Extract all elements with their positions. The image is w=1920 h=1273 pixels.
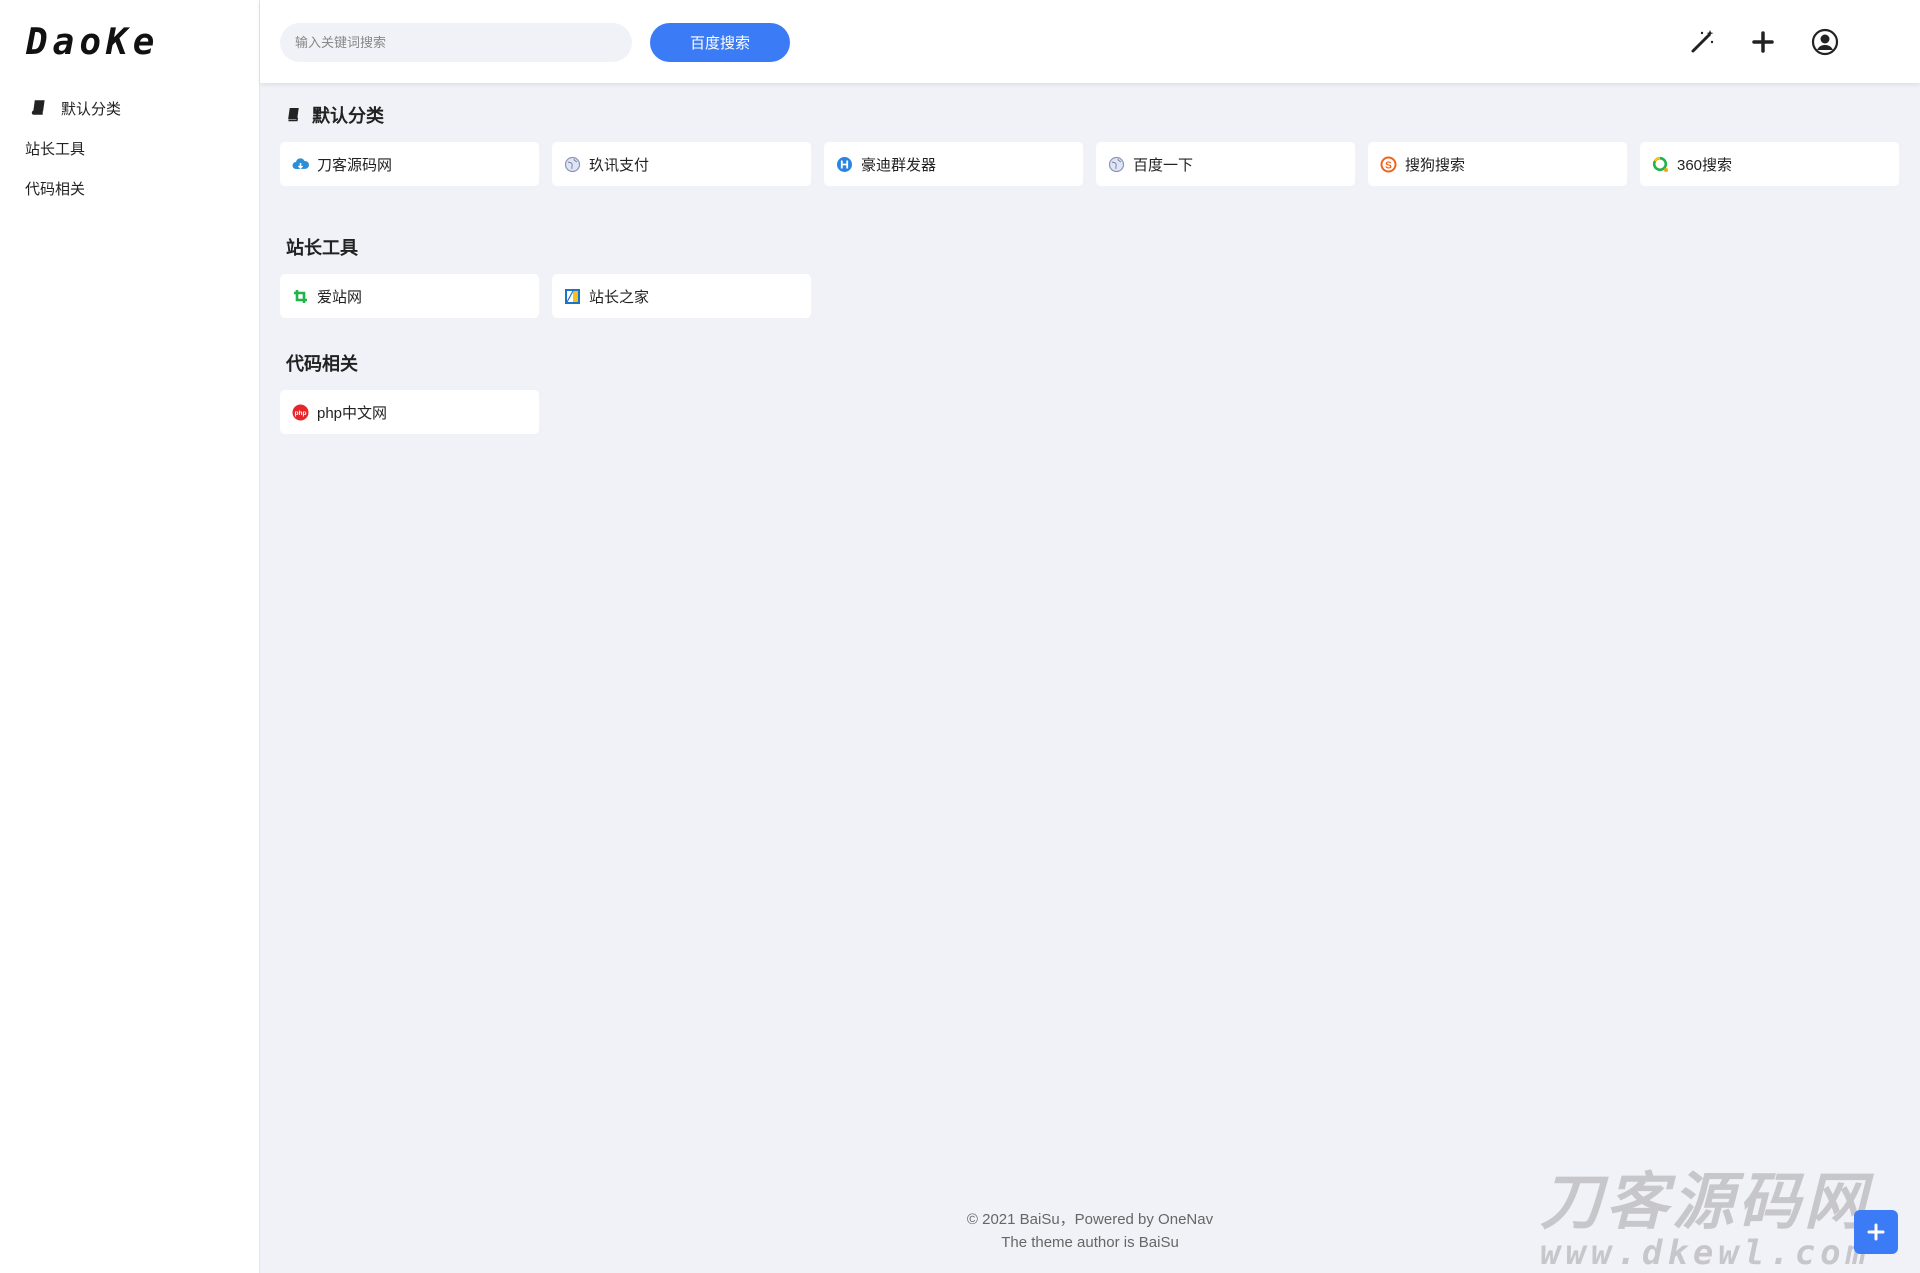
link-card[interactable]: 360搜索 bbox=[1640, 142, 1899, 186]
section-title: 默认分类 bbox=[286, 100, 1900, 130]
link-cards: php php中文网 bbox=[280, 390, 1900, 434]
link-label: 360搜索 bbox=[1677, 156, 1733, 174]
link-card[interactable]: php php中文网 bbox=[280, 390, 539, 434]
link-label: 爱站网 bbox=[317, 288, 363, 306]
h-badge-icon bbox=[836, 156, 853, 173]
svg-text:S: S bbox=[1385, 160, 1392, 171]
svg-text:php: php bbox=[295, 410, 307, 417]
site-logo[interactable]: DaoKe bbox=[26, 22, 159, 63]
link-card[interactable]: S 搜狗搜索 bbox=[1368, 142, 1627, 186]
sidebar-nav: 默认分类 站长工具 代码相关 bbox=[0, 88, 259, 208]
globe-icon bbox=[1108, 156, 1125, 173]
link-cards: 爱站网 站长之家 bbox=[280, 274, 1900, 318]
footer-theme-author: The theme author is BaiSu bbox=[1001, 1234, 1179, 1251]
globe-icon bbox=[564, 156, 581, 173]
link-card[interactable]: 刀客源码网 bbox=[280, 142, 539, 186]
link-label: 站长之家 bbox=[589, 288, 650, 306]
user-circle-icon[interactable] bbox=[1810, 27, 1840, 57]
magic-wand-icon[interactable] bbox=[1687, 27, 1717, 57]
link-cards: 刀客源码网 玖讯支付 豪迪群发器 百度一下 S 搜狗搜索 360搜索 bbox=[280, 142, 1900, 186]
baidu-search-button[interactable]: 百度搜索 bbox=[650, 23, 790, 62]
footer: © 2021 BaiSu，Powered by OneNav The theme… bbox=[260, 1208, 1920, 1254]
link-label: 搜狗搜索 bbox=[1405, 156, 1466, 174]
aizhan-icon bbox=[292, 288, 309, 305]
link-label: php中文网 bbox=[317, 404, 388, 422]
plus-icon[interactable] bbox=[1748, 27, 1778, 57]
sogou-icon: S bbox=[1380, 156, 1397, 173]
section-webmaster-tools: 站长工具 爱站网 站长之家 bbox=[280, 232, 1900, 318]
link-card[interactable]: 站长之家 bbox=[552, 274, 811, 318]
sidebar-item-label: 默认分类 bbox=[61, 100, 122, 118]
sidebar-item-label: 代码相关 bbox=[25, 180, 86, 198]
360-icon bbox=[1652, 156, 1669, 173]
link-label: 百度一下 bbox=[1133, 156, 1194, 174]
footer-copyright: © 2021 BaiSu，Powered by OneNav bbox=[966, 1211, 1214, 1228]
sidebar-item-code[interactable]: 代码相关 bbox=[0, 168, 259, 208]
top-header: 百度搜索 bbox=[260, 0, 1920, 83]
link-card[interactable]: 豪迪群发器 bbox=[824, 142, 1083, 186]
chinaz-icon bbox=[564, 288, 581, 305]
main-content: 默认分类 刀客源码网 玖讯支付 豪迪群发器 百度一下 S 搜狗搜索 360搜索 … bbox=[280, 100, 1900, 480]
book-icon bbox=[286, 106, 304, 124]
link-card[interactable]: 爱站网 bbox=[280, 274, 539, 318]
section-code: 代码相关 php php中文网 bbox=[280, 348, 1900, 434]
link-label: 刀客源码网 bbox=[317, 156, 393, 174]
link-card[interactable]: 玖讯支付 bbox=[552, 142, 811, 186]
sidebar-item-webmaster-tools[interactable]: 站长工具 bbox=[0, 128, 259, 168]
sidebar: DaoKe 默认分类 站长工具 代码相关 bbox=[0, 0, 260, 1273]
link-label: 玖讯支付 bbox=[589, 156, 650, 174]
book-icon bbox=[31, 99, 49, 117]
php-icon: php bbox=[292, 404, 309, 421]
section-default: 默认分类 刀客源码网 玖讯支付 豪迪群发器 百度一下 S 搜狗搜索 360搜索 bbox=[280, 100, 1900, 186]
sidebar-item-default[interactable]: 默认分类 bbox=[0, 88, 259, 128]
sidebar-item-label: 站长工具 bbox=[25, 140, 86, 158]
link-card[interactable]: 百度一下 bbox=[1096, 142, 1355, 186]
link-label: 豪迪群发器 bbox=[861, 156, 937, 174]
floating-add-button[interactable] bbox=[1854, 1210, 1898, 1254]
search-input[interactable] bbox=[280, 23, 632, 62]
cloud-download-icon bbox=[292, 156, 309, 173]
plus-icon bbox=[1867, 1223, 1885, 1241]
section-title: 站长工具 bbox=[286, 238, 358, 258]
section-title: 代码相关 bbox=[286, 354, 358, 374]
